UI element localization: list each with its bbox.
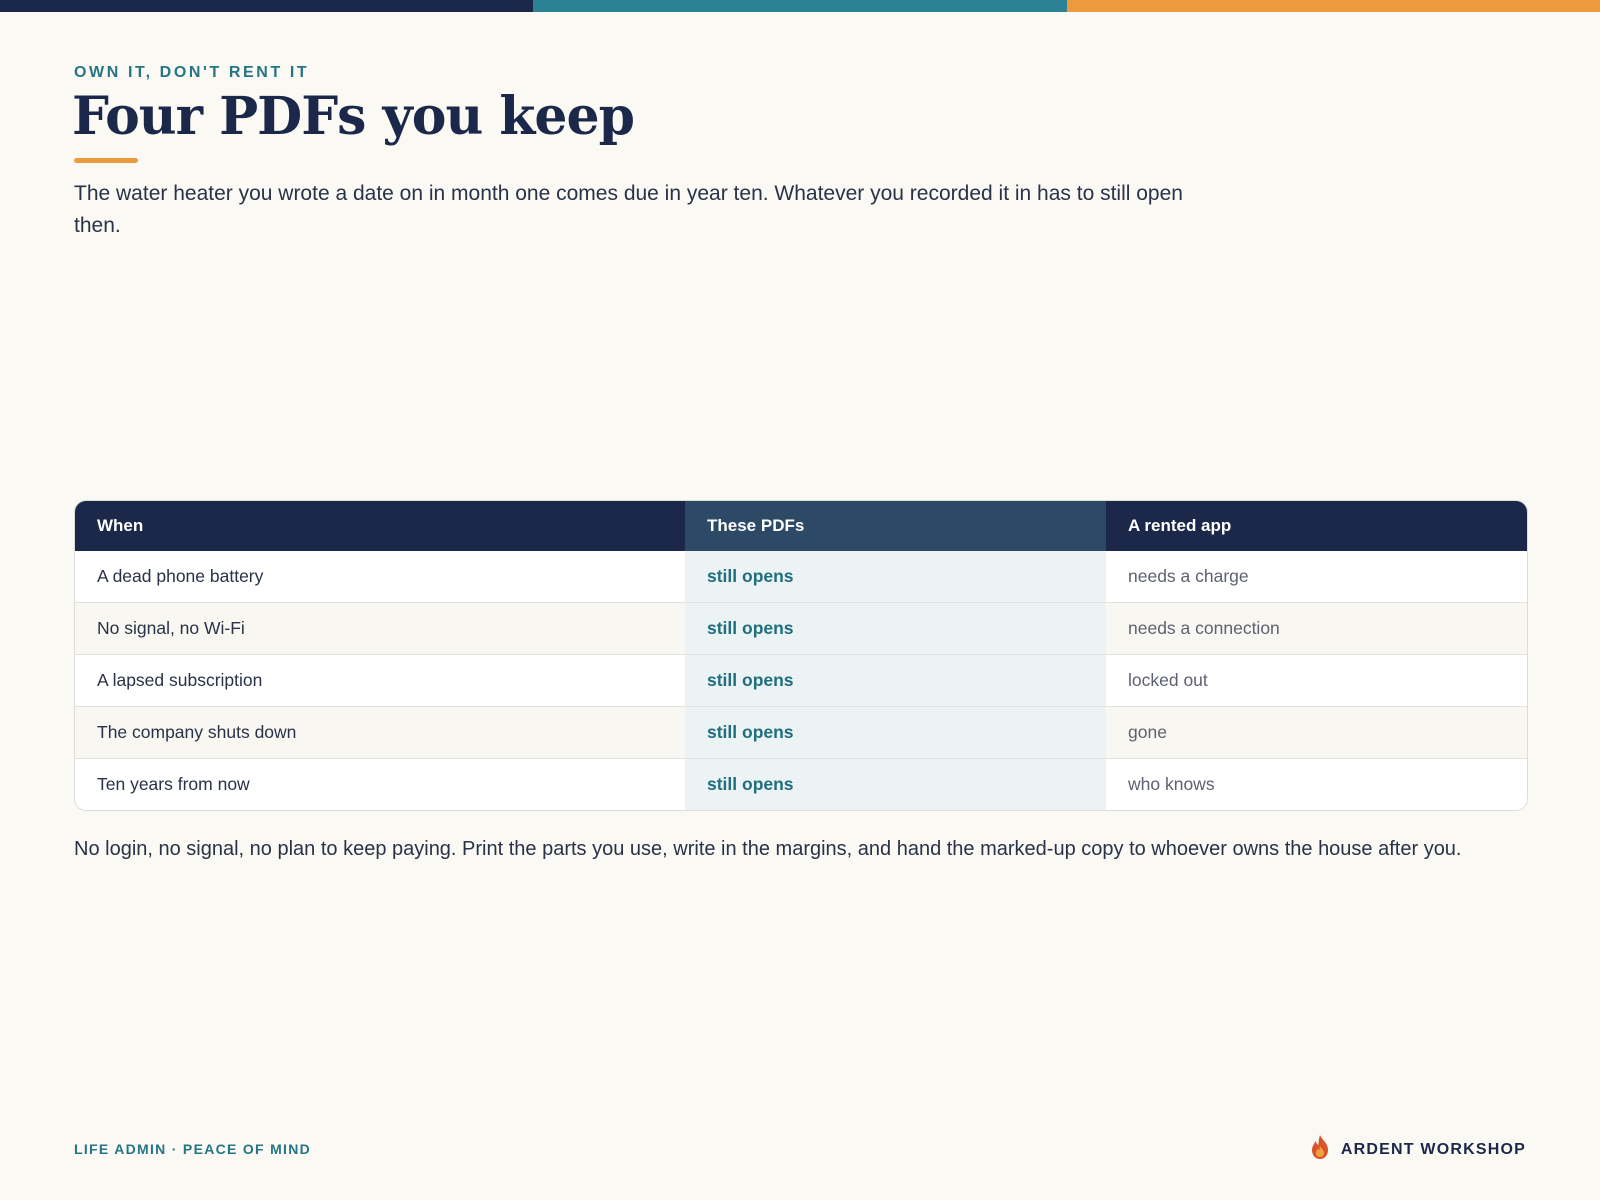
lede-paragraph: The water heater you wrote a date on in …: [74, 182, 1183, 237]
table-row: A dead phone battery still opens needs a…: [75, 551, 1527, 603]
brand-mark: ARDENT WORKSHOP: [1309, 1134, 1526, 1165]
table-row: The company shuts down still opens gone: [75, 706, 1527, 759]
footer-tagline: LIFE ADMIN · PEACE OF MIND: [74, 1141, 312, 1157]
header-when: When: [75, 501, 685, 551]
table-row: No signal, no Wi-Fi still opens needs a …: [75, 602, 1527, 655]
cell-when: A dead phone battery: [75, 551, 685, 603]
table-row: A lapsed subscription still opens locked…: [75, 654, 1527, 707]
top-bar-orange-segment: [1066, 0, 1600, 12]
top-bar-navy-segment: [0, 0, 534, 12]
title-underline: [74, 158, 138, 163]
top-bar-teal-segment: [533, 0, 1067, 12]
cell-rented-app: locked out: [1106, 654, 1527, 707]
page-title: Four PDFs you keep: [72, 86, 635, 147]
cell-pdfs: still opens: [685, 758, 1106, 810]
closing-note: No login, no signal, no plan to keep pay…: [74, 838, 1462, 860]
table-row: Ten years from now still opens who knows: [75, 758, 1527, 810]
flame-icon: [1309, 1134, 1331, 1165]
cell-pdfs: still opens: [685, 706, 1106, 759]
cell-rented-app: gone: [1106, 706, 1527, 759]
cell-pdfs: still opens: [685, 602, 1106, 655]
cell-when: Ten years from now: [75, 758, 685, 810]
cell-when: No signal, no Wi-Fi: [75, 602, 685, 655]
top-color-bar: [0, 0, 1600, 12]
brand-name: ARDENT WORKSHOP: [1340, 1140, 1526, 1158]
cell-rented-app: who knows: [1106, 758, 1527, 810]
table-header-row: When These PDFs A rented app: [75, 501, 1527, 551]
header-rented-app: A rented app: [1106, 501, 1527, 551]
cell-pdfs: still opens: [685, 654, 1106, 707]
cell-pdfs: still opens: [685, 551, 1106, 603]
cell-when: A lapsed subscription: [75, 654, 685, 707]
header-these-pdfs: These PDFs: [685, 501, 1106, 551]
cell-rented-app: needs a connection: [1106, 602, 1527, 655]
comparison-table: When These PDFs A rented app A dead phon…: [74, 500, 1528, 811]
cell-when: The company shuts down: [75, 706, 685, 759]
eyebrow-label: OWN IT, DON'T RENT IT: [74, 64, 310, 81]
cell-rented-app: needs a charge: [1106, 551, 1527, 603]
